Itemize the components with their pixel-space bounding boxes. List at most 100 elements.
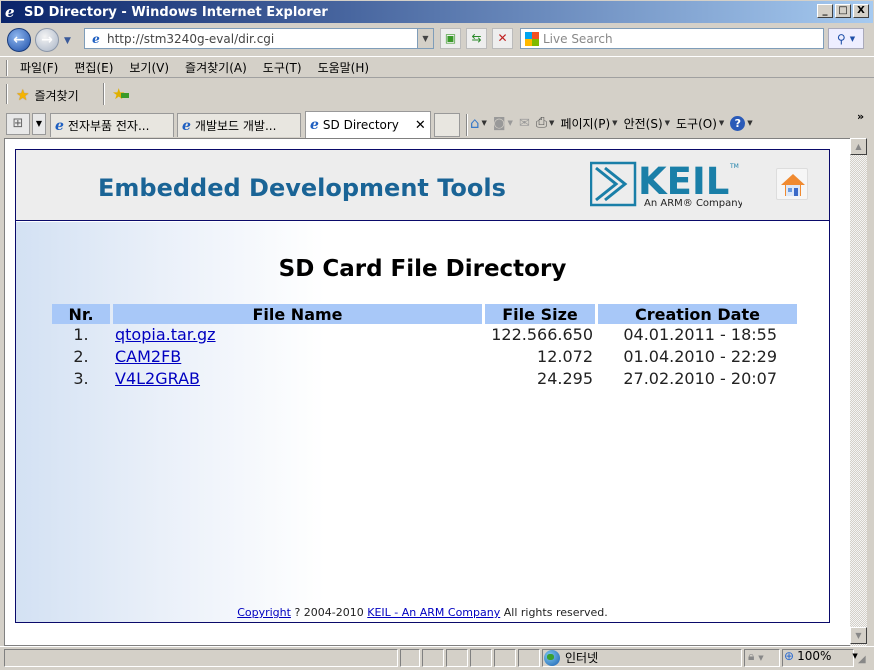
page-content: SD Card File Directory Nr. File Name Fil… [16,222,829,622]
table-row: 3. V4L2GRAB 24.295 27.02.2010 - 20:07 [52,368,797,390]
help-button[interactable]: ? ▼ [730,115,753,131]
zoom-value: 100% [797,649,832,663]
quick-tabs-button[interactable]: ⊞ [6,113,30,135]
arrow-left-icon: ← [13,32,25,48]
menu-favorites[interactable]: 즐겨찾기(A) [177,59,255,76]
zone-label: 인터넷 [565,651,599,665]
home-link[interactable] [776,168,808,200]
address-dropdown-button[interactable]: ▼ [417,29,433,48]
rights-text: All rights reserved. [503,606,608,619]
menu-edit[interactable]: 편집(E) [66,59,121,76]
recent-pages-dropdown[interactable]: ▼ [64,36,71,46]
page-heading: SD Card File Directory [278,256,567,282]
refresh-button[interactable]: ⇆ [466,28,487,49]
menu-view[interactable]: 보기(V) [121,59,177,76]
refresh-icon: ⇆ [471,31,482,45]
file-link[interactable]: V4L2GRAB [115,369,200,388]
globe-icon [544,649,560,666]
more-commands-button[interactable]: » [857,110,864,123]
scroll-down-button[interactable]: ▼ [850,627,867,644]
home-button[interactable]: ⌂ ▼ [470,114,487,132]
maximize-button[interactable]: □ [835,4,851,18]
grid-icon: ⊞ [12,116,24,131]
mail-icon: ✉ [518,115,530,131]
add-to-favorites-bar-button[interactable]: ★ [112,85,130,103]
vertical-scrollbar[interactable]: ▲ ▼ [850,138,867,646]
home-icon: ⌂ [470,114,480,132]
copyright-link[interactable]: Copyright [237,606,291,619]
copyright-years: ? 2004-2010 [294,606,364,619]
menu-file[interactable]: 파일(F) [12,59,66,76]
feeds-dropdown-icon[interactable]: ▼ [508,119,513,127]
tab-sd-directory[interactable]: e SD Directory ✕ [305,111,431,138]
close-tab-icon[interactable]: ✕ [415,118,426,133]
new-tab-button[interactable] [434,113,460,137]
magnifier-icon: ⚲ [836,31,846,46]
search-placeholder: Live Search [543,31,613,46]
status-panel [494,649,516,667]
page-menu-button[interactable]: 페이지(P) ▼ [560,115,617,132]
toolbar-grip [6,84,8,104]
menu-tools[interactable]: 도구(T) [255,59,310,76]
menu-bar: 파일(F) 편집(E) 보기(V) 즐겨찾기(A) 도구(T) 도움말(H) [0,56,874,78]
security-zone[interactable]: 인터넷 [544,649,598,666]
ie-page-icon: e [182,117,191,134]
live-search-logo-icon [525,31,539,46]
favorites-label: 즐겨찾기 [34,88,79,103]
address-input[interactable]: e http://stm3240g-eval/dir.cgi ▼ [84,28,434,49]
status-panel [518,649,540,667]
file-link[interactable]: CAM2FB [115,347,181,366]
keil-wordmark: KEIL [638,160,729,203]
file-size: 24.295 [537,369,593,388]
home-dropdown-icon[interactable]: ▼ [482,119,487,127]
read-mail-button[interactable]: ✉ [519,116,530,131]
tab-devboard[interactable]: e 개발보드 개발... [177,113,301,137]
arrow-up-icon: ▲ [855,142,862,151]
tab-label: SD Directory [322,118,399,132]
tools-menu-label: 도구(O) [676,116,717,131]
address-url: http://stm3240g-eval/dir.cgi [107,31,275,46]
close-window-button[interactable]: X [853,4,869,18]
stop-button[interactable]: ✕ [492,28,513,49]
minimize-button[interactable]: _ [817,4,833,18]
print-button[interactable]: ⎙ ▼ [536,115,555,131]
tab-label: 개발보드 개발... [194,119,277,133]
tab-list-dropdown[interactable]: ▼ [32,113,46,135]
file-size: 12.072 [537,347,593,366]
safety-menu-button[interactable]: 안전(S) ▼ [624,115,670,132]
site-title: Embedded Development Tools [98,174,506,202]
keil-company-link[interactable]: KEIL - An ARM Company [367,606,500,619]
favorites-button[interactable]: ★ 즐겨찾기 [16,86,79,104]
search-button[interactable]: ⚲ ▼ [828,28,864,49]
resize-grip[interactable]: ◢ [858,654,866,665]
window-title-bar: e SD Directory - Windows Internet Explor… [0,0,874,24]
file-link[interactable]: qtopia.tar.gz [115,325,216,344]
status-text-panel [4,649,398,667]
forward-button[interactable]: → [35,28,59,52]
status-panel [446,649,468,667]
printer-icon: ⎙ [535,115,548,131]
tools-menu-button[interactable]: 도구(O) ▼ [676,115,724,132]
keil-tm: TM [729,163,739,170]
chevron-down-icon: ▼ [718,119,725,127]
creation-date: 04.01.2011 - 18:55 [623,325,777,344]
status-panel [422,649,444,667]
print-dropdown-icon[interactable]: ▼ [549,119,554,127]
back-button[interactable]: ← [7,28,31,52]
zoom-level-button[interactable]: ⊕ 100% ▼ [784,649,858,663]
scroll-up-button[interactable]: ▲ [850,138,867,155]
search-options-dropdown-icon[interactable]: ▼ [850,35,855,43]
page-frame: Embedded Development Tools KEIL TM An AR… [15,149,830,623]
tab-electronics[interactable]: e 전자부품 전자... [50,113,174,137]
search-input[interactable]: Live Search [520,28,824,49]
arrow-right-icon: → [41,32,53,48]
keil-chevron-icon: KEIL TM An ARM® Company [589,160,744,209]
help-icon: ? [730,115,746,131]
compatibility-view-button[interactable]: ▣ [440,28,461,49]
protected-mode-button[interactable]: 🔒︎ ▼ [748,649,764,664]
star-icon: ★ [16,86,30,104]
menu-help[interactable]: 도움말(H) [310,59,378,76]
zoom-dropdown-icon[interactable]: ▼ [852,652,857,660]
ie-page-icon: e [55,117,64,134]
feeds-button[interactable]: ◙ ▼ [493,116,513,131]
